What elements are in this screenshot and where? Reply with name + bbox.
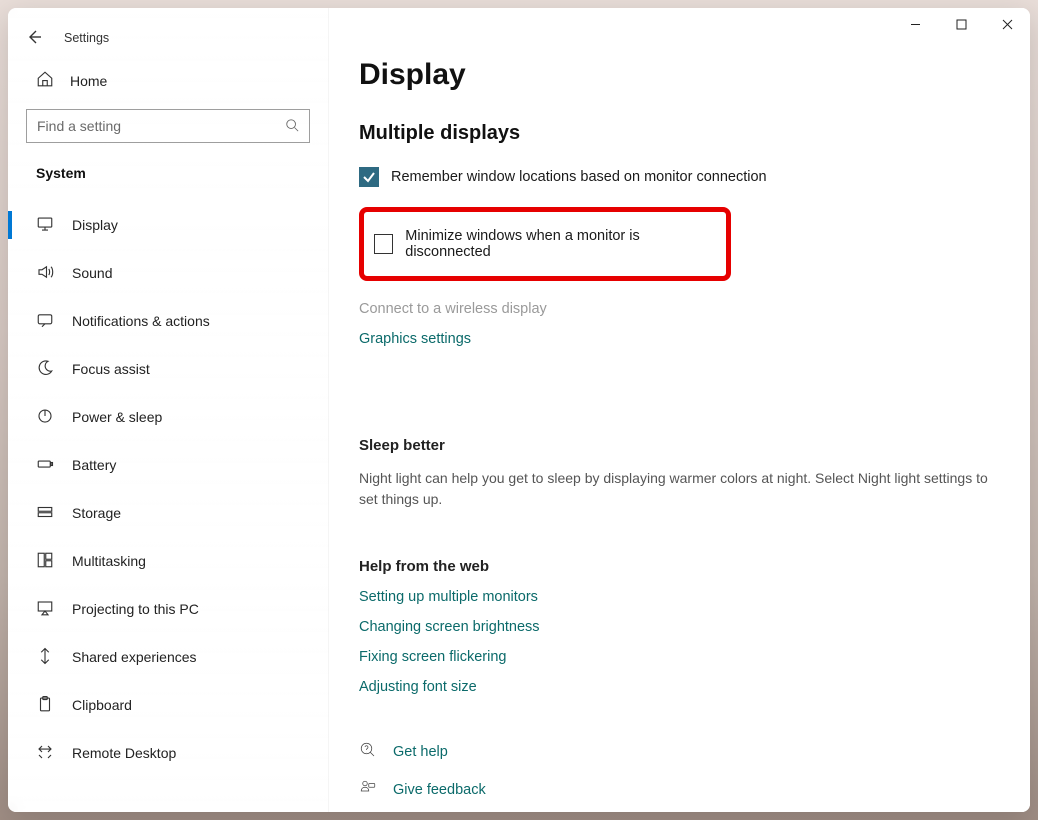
- sidebar-item-home[interactable]: Home: [8, 58, 328, 105]
- feedback-link[interactable]: Give feedback: [393, 782, 486, 798]
- sidebar-item-label: Storage: [72, 505, 121, 521]
- sidebar-item-battery[interactable]: Battery: [8, 441, 328, 489]
- battery-icon: [36, 455, 54, 476]
- help-link-monitors[interactable]: Setting up multiple monitors: [359, 589, 1000, 605]
- help-icon: [359, 741, 377, 763]
- help-heading: Help from the web: [359, 558, 1000, 575]
- sidebar-item-label: Projecting to this PC: [72, 601, 199, 617]
- sidebar-item-notifications[interactable]: Notifications & actions: [8, 297, 328, 345]
- sidebar-item-label: Clipboard: [72, 697, 132, 713]
- settings-window: Settings Home System Display Sound: [8, 8, 1030, 812]
- feedback-row[interactable]: Give feedback: [359, 779, 1000, 801]
- storage-icon: [36, 503, 54, 524]
- display-icon: [36, 215, 54, 236]
- wireless-display-text: Connect to a wireless display: [359, 301, 1000, 317]
- sidebar-section-label: System: [8, 157, 328, 201]
- home-icon: [36, 70, 54, 91]
- page-title: Display: [359, 58, 1000, 92]
- checkbox-remember-locations[interactable]: Remember window locations based on monit…: [359, 167, 1000, 187]
- highlighted-option: Minimize windows when a monitor is disco…: [359, 207, 731, 281]
- footer-links: Get help Give feedback: [359, 741, 1000, 801]
- sidebar-item-label: Multitasking: [72, 553, 146, 569]
- help-from-web-block: Help from the web Setting up multiple mo…: [359, 558, 1000, 695]
- sidebar-item-clipboard[interactable]: Clipboard: [8, 681, 328, 729]
- sidebar-item-sound[interactable]: Sound: [8, 249, 328, 297]
- sleep-heading: Sleep better: [359, 437, 1000, 454]
- graphics-settings-link[interactable]: Graphics settings: [359, 331, 1000, 347]
- sidebar-item-label: Focus assist: [72, 361, 150, 377]
- sidebar-item-remote[interactable]: Remote Desktop: [8, 729, 328, 777]
- sidebar-item-display[interactable]: Display: [8, 201, 328, 249]
- window-controls: [892, 8, 1030, 40]
- sidebar-item-label: Remote Desktop: [72, 745, 176, 761]
- power-icon: [36, 407, 54, 428]
- clipboard-icon: [36, 695, 54, 716]
- checkbox-icon: [359, 167, 379, 187]
- sidebar: Settings Home System Display Sound: [8, 8, 329, 812]
- help-link-flickering[interactable]: Fixing screen flickering: [359, 649, 1000, 665]
- close-button[interactable]: [984, 8, 1030, 40]
- sidebar-item-label: Sound: [72, 265, 112, 281]
- search-input[interactable]: [37, 118, 247, 134]
- sidebar-item-shared[interactable]: Shared experiences: [8, 633, 328, 681]
- titlebar-left: Settings: [8, 18, 328, 58]
- shared-icon: [36, 647, 54, 668]
- sidebar-item-label: Power & sleep: [72, 409, 162, 425]
- app-title: Settings: [64, 31, 109, 45]
- checkbox-label: Remember window locations based on monit…: [391, 169, 767, 185]
- feedback-icon: [359, 779, 377, 801]
- focus-icon: [36, 359, 54, 380]
- sidebar-nav: Display Sound Notifications & actions Fo…: [8, 201, 328, 777]
- sidebar-item-power[interactable]: Power & sleep: [8, 393, 328, 441]
- maximize-button[interactable]: [938, 8, 984, 40]
- minimize-button[interactable]: [892, 8, 938, 40]
- main-pane: Display Multiple displays Remember windo…: [329, 8, 1030, 812]
- sleep-better-block: Sleep better Night light can help you ge…: [359, 437, 1000, 510]
- sidebar-item-label: Display: [72, 217, 118, 233]
- projecting-icon: [36, 599, 54, 620]
- multitasking-icon: [36, 551, 54, 572]
- sidebar-item-label: Notifications & actions: [72, 313, 210, 329]
- sleep-description: Night light can help you get to sleep by…: [359, 468, 999, 510]
- sound-icon: [36, 263, 54, 284]
- sidebar-item-label: Battery: [72, 457, 116, 473]
- checkbox-minimize-disconnected[interactable]: Minimize windows when a monitor is disco…: [374, 228, 716, 260]
- remote-icon: [36, 743, 54, 764]
- sidebar-item-focus[interactable]: Focus assist: [8, 345, 328, 393]
- sidebar-item-projecting[interactable]: Projecting to this PC: [8, 585, 328, 633]
- help-link-brightness[interactable]: Changing screen brightness: [359, 619, 1000, 635]
- section-heading: Multiple displays: [359, 122, 1000, 145]
- back-icon[interactable]: [26, 29, 42, 48]
- sidebar-item-label: Shared experiences: [72, 649, 197, 665]
- checkbox-icon: [374, 234, 393, 254]
- get-help-link[interactable]: Get help: [393, 744, 448, 760]
- home-label: Home: [70, 73, 107, 89]
- checkbox-label: Minimize windows when a monitor is disco…: [405, 228, 716, 260]
- search-box[interactable]: [26, 109, 310, 143]
- help-link-fontsize[interactable]: Adjusting font size: [359, 679, 1000, 695]
- notifications-icon: [36, 311, 54, 332]
- content: Display Multiple displays Remember windo…: [329, 8, 1030, 812]
- search-icon: [285, 118, 299, 135]
- sidebar-item-storage[interactable]: Storage: [8, 489, 328, 537]
- get-help-row[interactable]: Get help: [359, 741, 1000, 763]
- sidebar-item-multitasking[interactable]: Multitasking: [8, 537, 328, 585]
